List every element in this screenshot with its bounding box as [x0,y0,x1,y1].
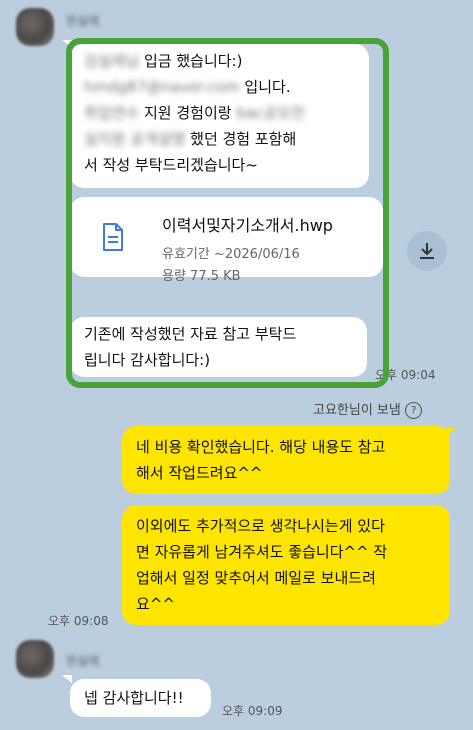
sender-avatar[interactable] [16,8,54,46]
blurred-text: bac공모전 [236,104,305,122]
message-text: 이외에도 추가적으로 생각나시는게 있다 [136,517,385,535]
download-icon [420,243,434,259]
outgoing-message-bubble[interactable]: 네 비용 확인했습니다. 해당 내용도 참고 해서 작업드려요^^ [122,426,450,494]
message-text: 해서 작업드려요^^ [136,464,263,482]
timestamp: 오후 09:08 [48,614,109,628]
message-text: 요^^ [136,595,175,613]
blurred-text: 취업연수 [84,104,140,122]
file-name[interactable]: 이력서및자기소개서.hwp [162,213,333,239]
sender-name: 한실레 [66,14,100,28]
incoming-message-bubble[interactable]: 넵 감사합니다!! [70,679,211,717]
incoming-message-bubble[interactable]: 김실레님 입금 했습니다:) hmdg87@naver.com 입니다. 취업연… [70,44,369,188]
message-text: 면 자유롭게 남겨주셔도 좋습니다^^ 작 [136,543,388,561]
message-text: 네 비용 확인했습니다. 해당 내용도 참고 [136,438,386,456]
info-icon[interactable]: ? [405,402,422,419]
sender-avatar[interactable] [16,640,54,678]
bubble-tail [62,675,72,683]
message-text: 기존에 작성했던 자료 참고 부탁드 [84,325,297,343]
blurred-name: 김실레님 [84,52,140,70]
message-text: 넵 감사합니다!! [84,689,184,707]
file-validity: 유효기간 ~2026/06/16 [162,247,300,262]
message-text: 서 작성 부탁드리겠습니다~ [84,156,258,174]
blurred-email: hmdg87@naver.com [84,78,240,96]
file-attachment-bubble[interactable]: 이력서및자기소개서.hwp 유효기간 ~2026/06/16 용량 77.5 K… [70,197,383,284]
blurred-text: 실지원 공개설명 [84,130,186,148]
download-button[interactable] [407,231,447,271]
bubble-tail [62,40,72,48]
sent-by-text: 고요한님이 보냄 [313,403,401,418]
sent-by-label[interactable]: 고요한님이 보냄 ? [313,399,422,419]
message-text: 입니다. [239,78,291,96]
timestamp: 오후 09:04 [375,368,436,382]
sender-name: 한실레 [66,654,100,668]
message-text: 업해서 일정 맞추어서 메일로 보내드려 [136,569,376,587]
message-text: 입금 했습니다:) [139,52,243,70]
message-text: 했던 경험 포함해 [185,130,297,148]
timestamp: 오후 09:09 [222,704,283,718]
outgoing-message-bubble[interactable]: 이외에도 추가적으로 생각나시는게 있다 면 자유롭게 남겨주셔도 좋습니다^^… [122,505,450,625]
incoming-message-bubble[interactable]: 기존에 작성했던 자료 참고 부탁드 립니다 감사합니다:) [70,317,367,377]
message-text: 립니다 감사합니다:) [84,351,211,369]
message-text: 지원 경험이랑 [139,104,237,122]
document-icon [102,223,124,259]
file-size: 용량 77.5 KB [162,269,241,284]
